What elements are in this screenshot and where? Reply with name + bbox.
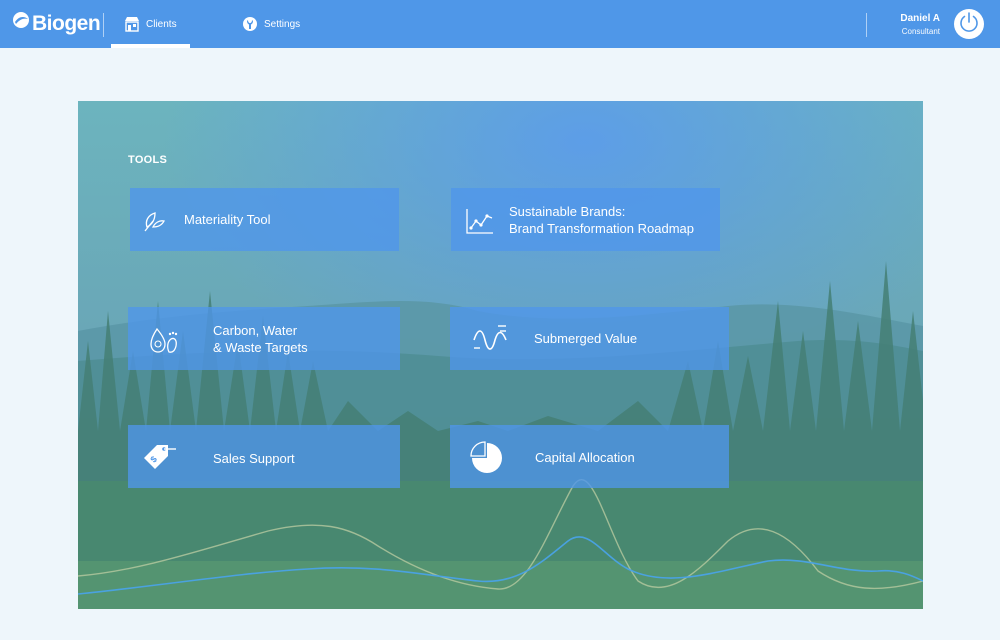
tool-capital-allocation-label: Capital Allocation: [535, 450, 635, 465]
tab-settings-label: Settings: [264, 18, 301, 30]
active-tab-indicator: [111, 44, 190, 48]
brand-logo[interactable]: Biogen: [12, 10, 101, 38]
tool-carbon-water-waste[interactable]: Carbon, Water & Waste Targets: [128, 307, 400, 370]
user-info: Daniel A Consultant: [900, 13, 940, 39]
footprint-icon: [148, 323, 182, 357]
top-bar: Biogen Clients Settings Daniel A Consult…: [0, 0, 1000, 48]
user-role: Consultant: [901, 27, 940, 36]
storefront-icon: [124, 16, 140, 32]
price-tag-icon: $: [140, 439, 178, 473]
line-chart-icon: [465, 207, 495, 235]
tools-panel: TOOLS Materiality Tool Sustainable Brand…: [78, 101, 923, 609]
leaf-icon: [140, 206, 168, 234]
logo-mark-icon: [12, 11, 30, 29]
tab-clients[interactable]: Clients: [111, 0, 190, 48]
tool-materiality[interactable]: Materiality Tool: [130, 188, 399, 251]
pie-chart-icon: [470, 441, 504, 475]
tool-sales-support[interactable]: $ Sales Support: [128, 425, 400, 488]
brand-name: Biogen: [32, 12, 101, 35]
wave-icon: [472, 322, 510, 356]
nav-divider: [103, 13, 104, 37]
tool-materiality-label: Materiality Tool: [184, 212, 271, 227]
tool-sustainable-brands[interactable]: Sustainable Brands: Brand Transformation…: [451, 188, 720, 251]
logout-button[interactable]: [954, 9, 984, 39]
power-icon: [957, 10, 981, 39]
section-title: TOOLS: [128, 154, 168, 166]
tool-sustainable-brands-label: Sustainable Brands: Brand Transformation…: [509, 204, 694, 236]
tab-clients-label: Clients: [146, 18, 177, 30]
user-name: Daniel A: [900, 13, 940, 24]
tab-settings[interactable]: Settings: [242, 0, 300, 48]
wrench-icon: [242, 16, 258, 32]
tool-submerged-value-label: Submerged Value: [534, 331, 638, 346]
tool-capital-allocation[interactable]: Capital Allocation: [450, 425, 729, 488]
user-divider: [866, 13, 867, 37]
tool-submerged-value[interactable]: Submerged Value: [450, 307, 729, 370]
tool-sales-support-label: Sales Support: [213, 451, 295, 466]
tool-carbon-water-waste-label: Carbon, Water & Waste Targets: [213, 323, 308, 355]
